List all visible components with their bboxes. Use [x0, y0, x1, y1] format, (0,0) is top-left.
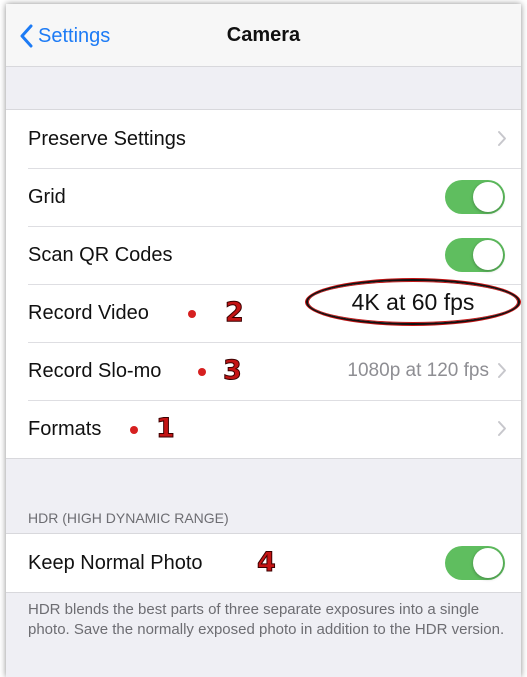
page-title: Camera — [226, 24, 301, 46]
annotation-number-1: 1 — [156, 413, 176, 444]
annotation-dot — [198, 368, 206, 376]
settings-screen: Settings Camera Preserve Settings Grid S… — [6, 4, 521, 677]
grid-toggle[interactable] — [445, 180, 505, 214]
hdr-footer-note: HDR blends the best parts of three separ… — [28, 601, 505, 638]
scan-qr-label: Scan QR Codes — [28, 243, 173, 266]
preserve-settings-label: Preserve Settings — [28, 127, 186, 150]
grid-label: Grid — [28, 185, 66, 208]
record-video-label: Record Video — [28, 301, 149, 324]
hdr-section-header: HDR (HIGH DYNAMIC RANGE) — [28, 510, 229, 526]
annotation-number-2: 2 — [225, 297, 245, 328]
grid-row: Grid — [6, 168, 521, 226]
hdr-settings-group: Keep Normal Photo 4 — [6, 533, 521, 593]
annotation-number-4: 4 — [257, 547, 277, 578]
toggle-knob — [473, 182, 503, 212]
keep-normal-photo-row: Keep Normal Photo 4 — [6, 534, 521, 592]
annotation-number-3: 3 — [223, 355, 243, 386]
annotation-dot — [130, 426, 138, 434]
scan-qr-row: Scan QR Codes — [6, 226, 521, 284]
toggle-knob — [473, 240, 503, 270]
formats-label: Formats — [28, 417, 102, 440]
toggle-knob — [473, 548, 503, 578]
chevron-right-icon — [498, 363, 506, 378]
record-slomo-row[interactable]: Record Slo-mo 3 1080p at 120 fps — [6, 342, 521, 400]
keep-normal-photo-label: Keep Normal Photo — [28, 551, 203, 574]
navigation-bar: Settings Camera — [6, 4, 521, 67]
formats-row[interactable]: Formats 1 — [6, 400, 521, 458]
record-slomo-value: 1080p at 120 fps — [347, 360, 489, 381]
keep-normal-photo-toggle[interactable] — [445, 546, 505, 580]
chevron-right-icon — [498, 421, 506, 436]
annotation-dot — [188, 310, 196, 318]
scan-qr-toggle[interactable] — [445, 238, 505, 272]
record-video-value-callout: 4K at 60 fps — [306, 279, 520, 325]
preserve-settings-row[interactable]: Preserve Settings — [6, 110, 521, 168]
record-slomo-label: Record Slo-mo — [28, 359, 162, 382]
chevron-right-icon — [498, 131, 506, 146]
